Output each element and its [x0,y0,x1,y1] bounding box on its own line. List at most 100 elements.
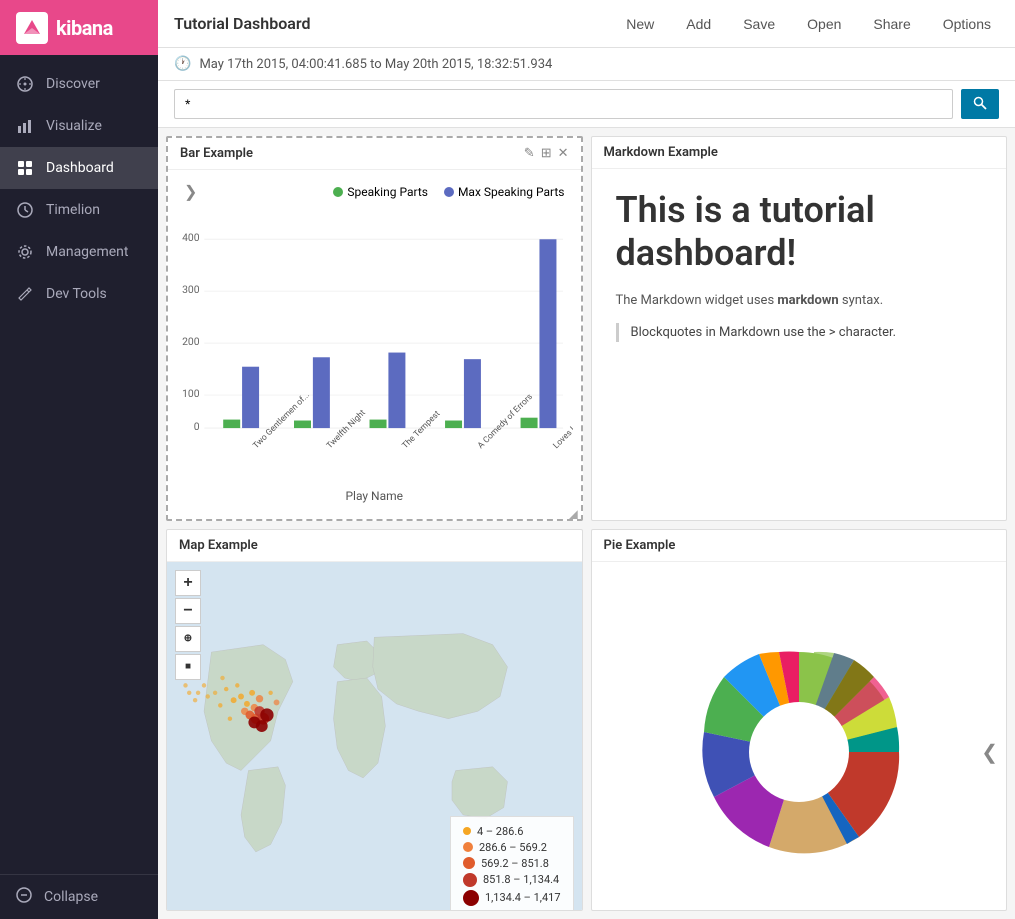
expand-icon[interactable]: ⊞ [541,146,552,161]
logo-text: kibana [56,16,113,40]
map-panel-title: Map Example [179,538,258,553]
time-range: May 17th 2015, 04:00:41.685 to May 20th … [199,57,552,72]
sidebar-item-management[interactable]: Management [0,231,158,273]
search-button[interactable] [961,89,999,119]
dashboard-grid: Bar Example ✎ ⊞ ✕ ❯ Speaking Parts M [158,128,1015,919]
legend-row-1: 4 – 286.6 [463,825,561,838]
wrench-icon [16,285,34,303]
fit-bounds-button[interactable]: ⊕ [175,626,201,652]
pie-example-panel: Pie Example [591,529,1008,912]
markdown-big-text: This is a tutorial dashboard! [616,189,983,275]
page-title: Tutorial Dashboard [174,14,310,33]
collapse-button[interactable]: Collapse [16,887,142,907]
bar-example-panel: Bar Example ✎ ⊞ ✕ ❯ Speaking Parts M [166,136,583,521]
legend-color-3 [463,857,475,869]
sidebar-item-devtools-label: Dev Tools [46,286,107,302]
sidebar-item-timelion-label: Timelion [46,202,100,218]
markdown-content: This is a tutorial dashboard! The Markdo… [592,169,1007,370]
pie-content: ❮ [592,562,1007,912]
sidebar-item-visualize-label: Visualize [46,118,102,134]
collapse-icon [16,887,32,907]
sidebar-item-devtools[interactable]: Dev Tools [0,273,158,315]
clock-icon [16,201,34,219]
close-icon[interactable]: ✕ [558,146,569,161]
svg-text:0: 0 [194,420,200,433]
markdown-bold: markdown [777,293,838,308]
collapse-label: Collapse [44,889,98,905]
markdown-panel-title: Markdown Example [604,145,718,160]
legend-label-4: 851.8 – 1,134.4 [483,873,559,886]
draw-button[interactable]: ■ [175,654,201,680]
legend-color-1 [463,827,471,835]
sidebar-item-dashboard[interactable]: Dashboard [0,147,158,189]
legend-row-5: 1,134.4 – 1,417 [463,890,561,906]
map-panel-header: Map Example [167,530,582,562]
legend-label-1: 4 – 286.6 [477,825,524,838]
barchart-icon [16,117,34,135]
compass-icon [16,75,34,93]
prev-page-icon[interactable]: ❯ [184,182,197,201]
zoom-out-button[interactable]: − [175,598,201,624]
markdown-panel-header: Markdown Example [592,137,1007,169]
legend-speaking-label: Speaking Parts [347,185,428,199]
pie-chart-svg [679,632,919,872]
edit-icon[interactable]: ✎ [524,146,535,161]
x-axis-label: Play Name [176,485,573,503]
grid-icon [16,159,34,177]
svg-text:400: 400 [182,231,200,244]
pie-panel-title: Pie Example [604,538,676,553]
sidebar-item-discover[interactable]: Discover [0,63,158,105]
topbar: Tutorial Dashboard New Add Save Open Sha… [158,0,1015,48]
sidebar-nav: Discover Visualize Dashboar [0,55,158,874]
sidebar: kibana Discover [0,0,158,919]
bar-chart-svg: 400 300 200 100 0 Two Gentlemen of... [176,205,573,485]
time-filter-bar[interactable]: 🕐 May 17th 2015, 04:00:41.685 to May 20t… [158,48,1015,81]
legend-color-4 [463,873,477,887]
chart-legend: ❯ Speaking Parts Max Speaking Parts [176,178,573,205]
clock-icon: 🕐 [174,56,191,72]
zoom-in-button[interactable]: + [175,570,201,596]
legend-max-label: Max Speaking Parts [458,185,565,199]
legend-label-5: 1,134.4 – 1,417 [485,891,561,904]
legend-color-2 [463,842,473,852]
legend-dot-blue [444,187,454,197]
legend-speaking-parts: Speaking Parts [333,185,428,199]
legend-row-3: 569.2 – 851.8 [463,857,561,870]
sidebar-item-management-label: Management [46,244,128,260]
bar-panel-header: Bar Example ✎ ⊞ ✕ [168,138,581,170]
sidebar-item-timelion[interactable]: Timelion [0,189,158,231]
markdown-example-panel: Markdown Example This is a tutorial dash… [591,136,1008,521]
logo-area: kibana [0,0,158,55]
main-content: Tutorial Dashboard New Add Save Open Sha… [158,0,1015,919]
map-legend: 4 – 286.6 286.6 – 569.2 569.2 – 851.8 85… [450,816,574,912]
sidebar-item-dashboard-label: Dashboard [46,160,114,176]
sidebar-item-discover-label: Discover [46,76,100,92]
open-button[interactable]: Open [799,12,849,36]
svg-text:300: 300 [182,283,200,296]
sidebar-item-visualize[interactable]: Visualize [0,105,158,147]
pie-prev-button[interactable]: ❮ [981,740,998,764]
svg-text:200: 200 [182,335,200,348]
new-button[interactable]: New [618,12,662,36]
gear-icon [16,243,34,261]
map-example-panel: Map Example + − ⊕ ■ [166,529,583,912]
legend-color-5 [463,890,479,906]
markdown-description: The Markdown widget uses markdown syntax… [616,291,983,311]
save-button[interactable]: Save [735,12,783,36]
svg-text:The Tempest: The Tempest [400,409,442,451]
sidebar-bottom: Collapse [0,874,158,919]
options-button[interactable]: Options [935,12,999,36]
legend-row-2: 286.6 – 569.2 [463,841,561,854]
search-input[interactable] [174,89,953,119]
legend-label-2: 286.6 – 569.2 [479,841,547,854]
svg-text:100: 100 [182,387,200,400]
bar-chart-content: ❯ Speaking Parts Max Speaking Parts 400 … [168,170,581,521]
add-button[interactable]: Add [678,12,719,36]
legend-row-4: 851.8 – 1,134.4 [463,873,561,887]
resize-handle[interactable]: ◢ [569,507,579,517]
bar-panel-title: Bar Example [180,146,253,161]
share-button[interactable]: Share [865,12,918,36]
markdown-blockquote: Blockquotes in Markdown use the > charac… [616,323,983,343]
logo-icon [16,12,48,44]
topbar-actions: New Add Save Open Share Options [618,12,999,36]
